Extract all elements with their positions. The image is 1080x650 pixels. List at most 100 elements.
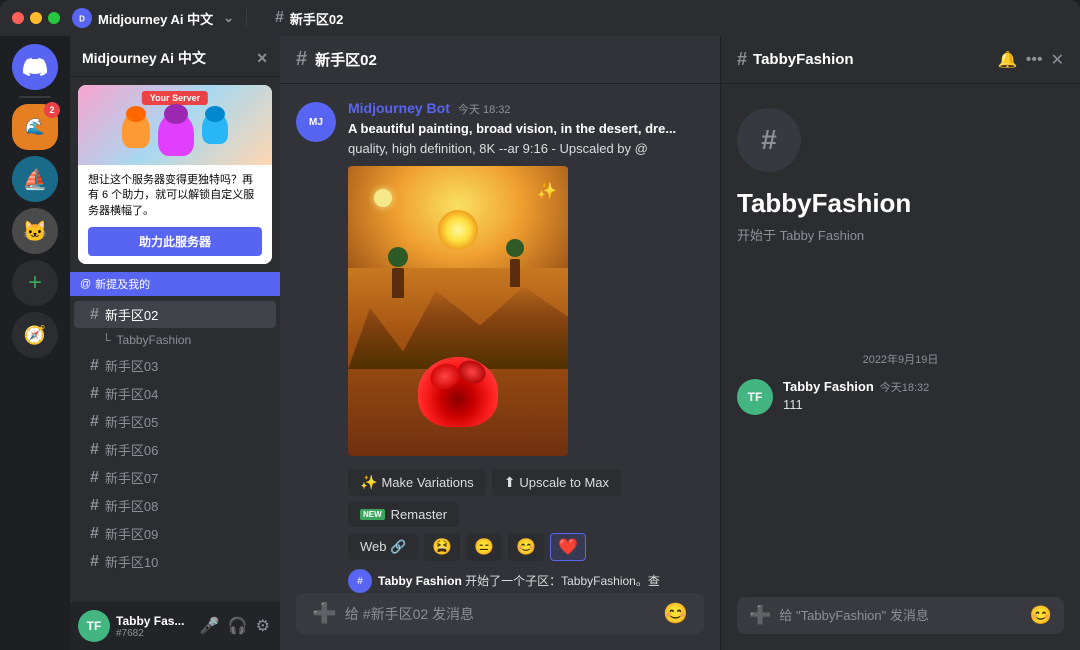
right-emoji-picker-button[interactable]: 😊: [1030, 605, 1052, 626]
channel-hash-icon: #: [90, 497, 99, 515]
minimize-button[interactable]: [30, 12, 42, 24]
channel-sidebar: Midjourney Ai 中文 ✕ ✕ Your Server: [70, 36, 280, 650]
thread-preview-content: Tabby Fashion 开始了一个子区：TabbyFashion。查: [378, 572, 660, 590]
right-input-area: ➕ 😊: [721, 597, 1080, 650]
close-panel-button[interactable]: ✕: [1051, 50, 1064, 70]
channel-item-label: 新手区08: [105, 496, 158, 515]
user-avatar: TF: [78, 610, 110, 642]
headphone-icon[interactable]: 🎧: [226, 614, 250, 638]
explore-button[interactable]: 🧭: [12, 312, 58, 358]
server-icon-3[interactable]: 🐱: [12, 208, 58, 254]
channel-item-xinshouqu07[interactable]: # 新手区07: [74, 464, 276, 491]
web-icon: Web 🔗: [360, 539, 406, 555]
upscale-max-button[interactable]: ⬆ Upscale to Max: [492, 469, 621, 496]
reaction-tired[interactable]: 😫: [424, 533, 460, 561]
channel-header-name: 新手区02: [315, 49, 377, 70]
promo-content: 想让这个服务器变得更独特吗？再有 6 个助力，就可以解锁自定义服务器横幅了。 助…: [78, 165, 272, 264]
right-message-input[interactable]: [779, 598, 1021, 633]
reaction-happy[interactable]: 😊: [508, 533, 544, 561]
promo-text: 想让这个服务器变得更独特吗？再有 6 个助力，就可以解锁自定义服务器横幅了。: [88, 173, 262, 219]
server-list: 🌊 2 ⛵ 🐱 + 🧭: [0, 36, 70, 650]
channel-item-label: 新手区06: [105, 440, 158, 459]
message-header: Midjourney Bot 今天 18:32: [348, 100, 704, 117]
right-header-left: # TabbyFashion: [737, 49, 854, 70]
right-panel-header: # TabbyFashion 🔔 ••• ✕: [721, 36, 1080, 84]
promo-card: ✕ Your Server 想让这个服务器变得更独特吗？再有: [78, 85, 272, 264]
channel-title: # 新手区02: [275, 9, 343, 28]
add-attachment-button[interactable]: ➕: [312, 593, 337, 634]
message-content: Midjourney Bot 今天 18:32 A beautiful pain…: [348, 100, 704, 593]
settings-icon[interactable]: ⚙: [254, 614, 272, 638]
channel-item-xinshouqu05[interactable]: # 新手区05: [74, 408, 276, 435]
reaction-neutral[interactable]: 😑: [466, 533, 502, 561]
channel-item-label: 新手区02: [105, 305, 158, 324]
channel-item-label: 新手区04: [105, 384, 158, 403]
server-dropdown-icon[interactable]: ⌄: [223, 10, 234, 26]
more-options-icon[interactable]: •••: [1026, 51, 1043, 69]
right-message-avatar: TF: [737, 379, 773, 415]
right-input-box: ➕ 😊: [737, 597, 1064, 634]
mention-label: 新提及我的: [95, 276, 150, 292]
title-bar: D Midjourney Ai 中文 ⌄ # 新手区02: [0, 0, 1080, 36]
right-add-attachment-button[interactable]: ➕: [749, 597, 771, 634]
channel-item-xinshouqu04[interactable]: # 新手区04: [74, 380, 276, 407]
maximize-button[interactable]: [48, 12, 60, 24]
main-content: # 新手区02 MJ Midjourney Bot 今天 18:32 A bea…: [280, 36, 720, 650]
svg-text:D: D: [79, 15, 85, 24]
channel-item-label: 新手区05: [105, 412, 158, 431]
emoji-picker-button[interactable]: 😊: [663, 601, 688, 626]
message-image-container: ✨: [348, 158, 568, 456]
midjourney-server-icon[interactable]: 🌊 2: [12, 104, 58, 150]
right-message-row: TF Tabby Fashion 今天18:32 111: [737, 379, 1064, 415]
channel-header: # 新手区02: [280, 36, 720, 84]
thread-preview-row: # Tabby Fashion 开始了一个子区：TabbyFashion。查: [348, 569, 704, 593]
reaction-heart[interactable]: ❤️: [550, 533, 586, 561]
channel-hash-icon: #: [90, 413, 99, 431]
channel-info-desc: 开始于 Tabby Fashion: [737, 225, 1064, 244]
message-time: 今天 18:32: [458, 101, 511, 117]
promo-card-image: Your Server: [78, 85, 272, 165]
channel-item-xinshouqu03[interactable]: # 新手区03: [74, 352, 276, 379]
channel-item-xinshouqu09[interactable]: # 新手区09: [74, 520, 276, 547]
channel-hash-large-icon: #: [761, 124, 777, 156]
right-message-time: 今天18:32: [880, 379, 930, 395]
server-icon-small: D: [72, 8, 92, 28]
remaster-button[interactable]: Remaster: [348, 502, 459, 527]
server-divider: [19, 96, 51, 98]
boost-server-button[interactable]: 助力此服务器: [88, 227, 262, 256]
channel-item-xinshouqu10[interactable]: # 新手区10: [74, 548, 276, 575]
add-server-button[interactable]: +: [12, 260, 58, 306]
upscale-icon: ⬆: [504, 474, 516, 491]
make-variations-button[interactable]: ✨ Make Variations: [348, 469, 486, 496]
mention-bar[interactable]: @ 新提及我的: [70, 272, 280, 296]
channel-item-label: 新手区03: [105, 356, 158, 375]
right-message-content: Tabby Fashion 今天18:32 111: [783, 379, 929, 415]
microphone-icon[interactable]: 🎤: [198, 614, 222, 638]
right-panel-hash-icon: #: [737, 49, 747, 70]
message-input-box: ➕ 😊: [296, 593, 704, 634]
server-name-row: Midjourney Ai 中文 ✕: [82, 48, 268, 68]
channel-item-xinshouqu08[interactable]: # 新手区08: [74, 492, 276, 519]
channel-item-tabbyfashion[interactable]: └ TabbyFashion: [74, 329, 276, 351]
right-panel: # TabbyFashion 🔔 ••• ✕ # TabbyFashion 开始…: [720, 36, 1080, 650]
notification-icon[interactable]: 🔔: [998, 50, 1018, 70]
web-button[interactable]: Web 🔗: [348, 534, 418, 560]
channel-hash-icon: #: [90, 385, 99, 403]
channel-header-hash-icon: #: [296, 48, 307, 71]
channel-item-xinshouqu02[interactable]: # 新手区02: [74, 301, 276, 328]
promo-badge: Your Server: [142, 91, 208, 105]
traffic-lights: [12, 12, 60, 24]
right-panel-channel-name: TabbyFashion: [753, 51, 854, 68]
home-server-icon[interactable]: [12, 44, 58, 90]
message-input[interactable]: [345, 595, 655, 633]
close-button[interactable]: [12, 12, 24, 24]
server-menu-icon[interactable]: ✕: [256, 50, 268, 67]
messages-area: MJ Midjourney Bot 今天 18:32 A beautiful p…: [280, 84, 720, 593]
painting-sun: [438, 210, 478, 250]
server-icon-2[interactable]: ⛵: [12, 156, 58, 202]
channel-item-xinshouqu06[interactable]: # 新手区06: [74, 436, 276, 463]
right-message-author: Tabby Fashion: [783, 379, 874, 394]
mention-icon: @: [80, 278, 91, 290]
user-info: Tabby Fas... #7682: [116, 614, 192, 639]
painting-rose: [418, 357, 498, 427]
